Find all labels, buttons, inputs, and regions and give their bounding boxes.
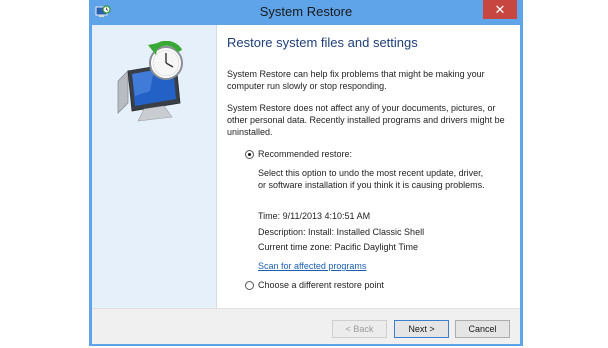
recommended-description: Select this option to undo the most rece… [258, 168, 485, 190]
back-button[interactable]: < Back [332, 320, 387, 338]
different-restore-point-label[interactable]: Choose a different restore point [258, 280, 384, 290]
cancel-button[interactable]: Cancel [455, 320, 510, 338]
recommended-restore-label[interactable]: Recommended restore: [258, 149, 352, 159]
page-heading: Restore system files and settings [227, 35, 418, 50]
intro-paragraph: System Restore can help fix problems tha… [227, 69, 485, 91]
content-pane: Restore system files and settings System… [227, 25, 512, 308]
system-restore-illustration-icon [117, 41, 183, 122]
next-button[interactable]: Next > [394, 320, 449, 338]
different-restore-point-radio[interactable] [245, 281, 254, 290]
close-button[interactable]: ✕ [483, 0, 517, 19]
restore-timezone: Current time zone: Pacific Daylight Time [258, 242, 419, 252]
dialog-client-area: Restore system files and settings System… [92, 25, 520, 344]
window-title: System Restore [259, 4, 353, 19]
notice-paragraph: System Restore does not affect any of yo… [227, 103, 505, 137]
title-bar[interactable]: System Restore ✕ [89, 0, 523, 25]
recommended-restore-radio[interactable] [245, 150, 254, 159]
left-banner-pane [92, 25, 217, 308]
button-bar: < Back Next > Cancel [92, 308, 520, 344]
restore-description: Description: Install: Installed Classic … [258, 227, 425, 237]
system-restore-window: System Restore ✕ Restore system files an… [89, 0, 523, 346]
restore-time: Time: 9/11/2013 4:10:51 AM [258, 211, 371, 221]
scan-affected-programs-link[interactable]: Scan for affected programs [258, 261, 366, 271]
